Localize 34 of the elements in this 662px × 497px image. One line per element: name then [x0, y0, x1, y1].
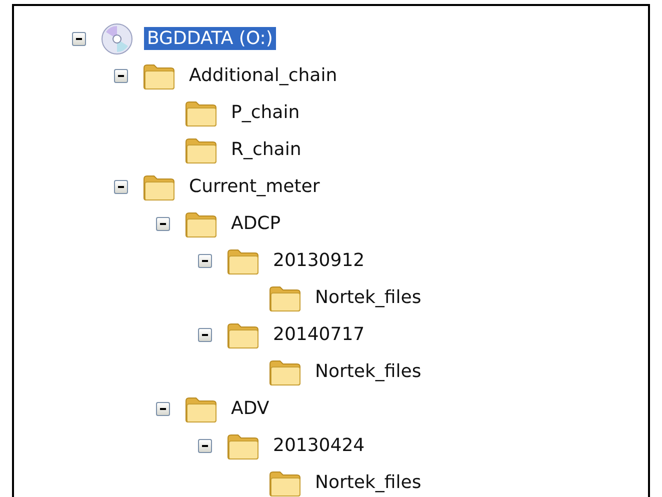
tree-item[interactable]: 20130912: [270, 249, 368, 272]
tree-item[interactable]: 20140717: [270, 323, 368, 346]
collapse-button[interactable]: [72, 32, 86, 46]
tree-item[interactable]: Nortek_files: [312, 286, 424, 309]
folder-icon: [142, 172, 176, 200]
folder-icon: [226, 320, 260, 348]
tree-item[interactable]: Additional_chain: [186, 64, 340, 87]
folder-icon: [226, 246, 260, 274]
folder-icon: [142, 62, 176, 90]
folder-icon: [184, 210, 218, 238]
tree-item[interactable]: 20130424: [270, 434, 368, 457]
collapse-button[interactable]: [114, 180, 128, 194]
collapse-button[interactable]: [198, 254, 212, 268]
folder-icon: [268, 358, 302, 386]
collapse-button[interactable]: [198, 438, 212, 452]
tree-item[interactable]: ADCP: [228, 212, 284, 235]
folder-icon: [268, 284, 302, 312]
tree-item[interactable]: Current_meter: [186, 175, 323, 198]
tree-item[interactable]: Nortek_files: [312, 471, 424, 494]
tree-item[interactable]: ADV: [228, 397, 272, 420]
tree-item[interactable]: Nortek_files: [312, 360, 424, 383]
collapse-button[interactable]: [198, 328, 212, 342]
collapse-button[interactable]: [156, 402, 170, 416]
tree-item[interactable]: R_chain: [228, 138, 304, 161]
folder-icon: [184, 136, 218, 164]
folder-icon: [184, 394, 218, 422]
collapse-button[interactable]: [114, 68, 128, 82]
folder-icon: [268, 468, 302, 496]
disc-icon: [100, 22, 134, 56]
folder-icon: [184, 98, 218, 126]
tree-item[interactable]: P_chain: [228, 101, 303, 124]
collapse-button[interactable]: [156, 216, 170, 230]
folder-icon: [226, 432, 260, 460]
tree-item[interactable]: BGDDATA (O:): [144, 27, 276, 50]
